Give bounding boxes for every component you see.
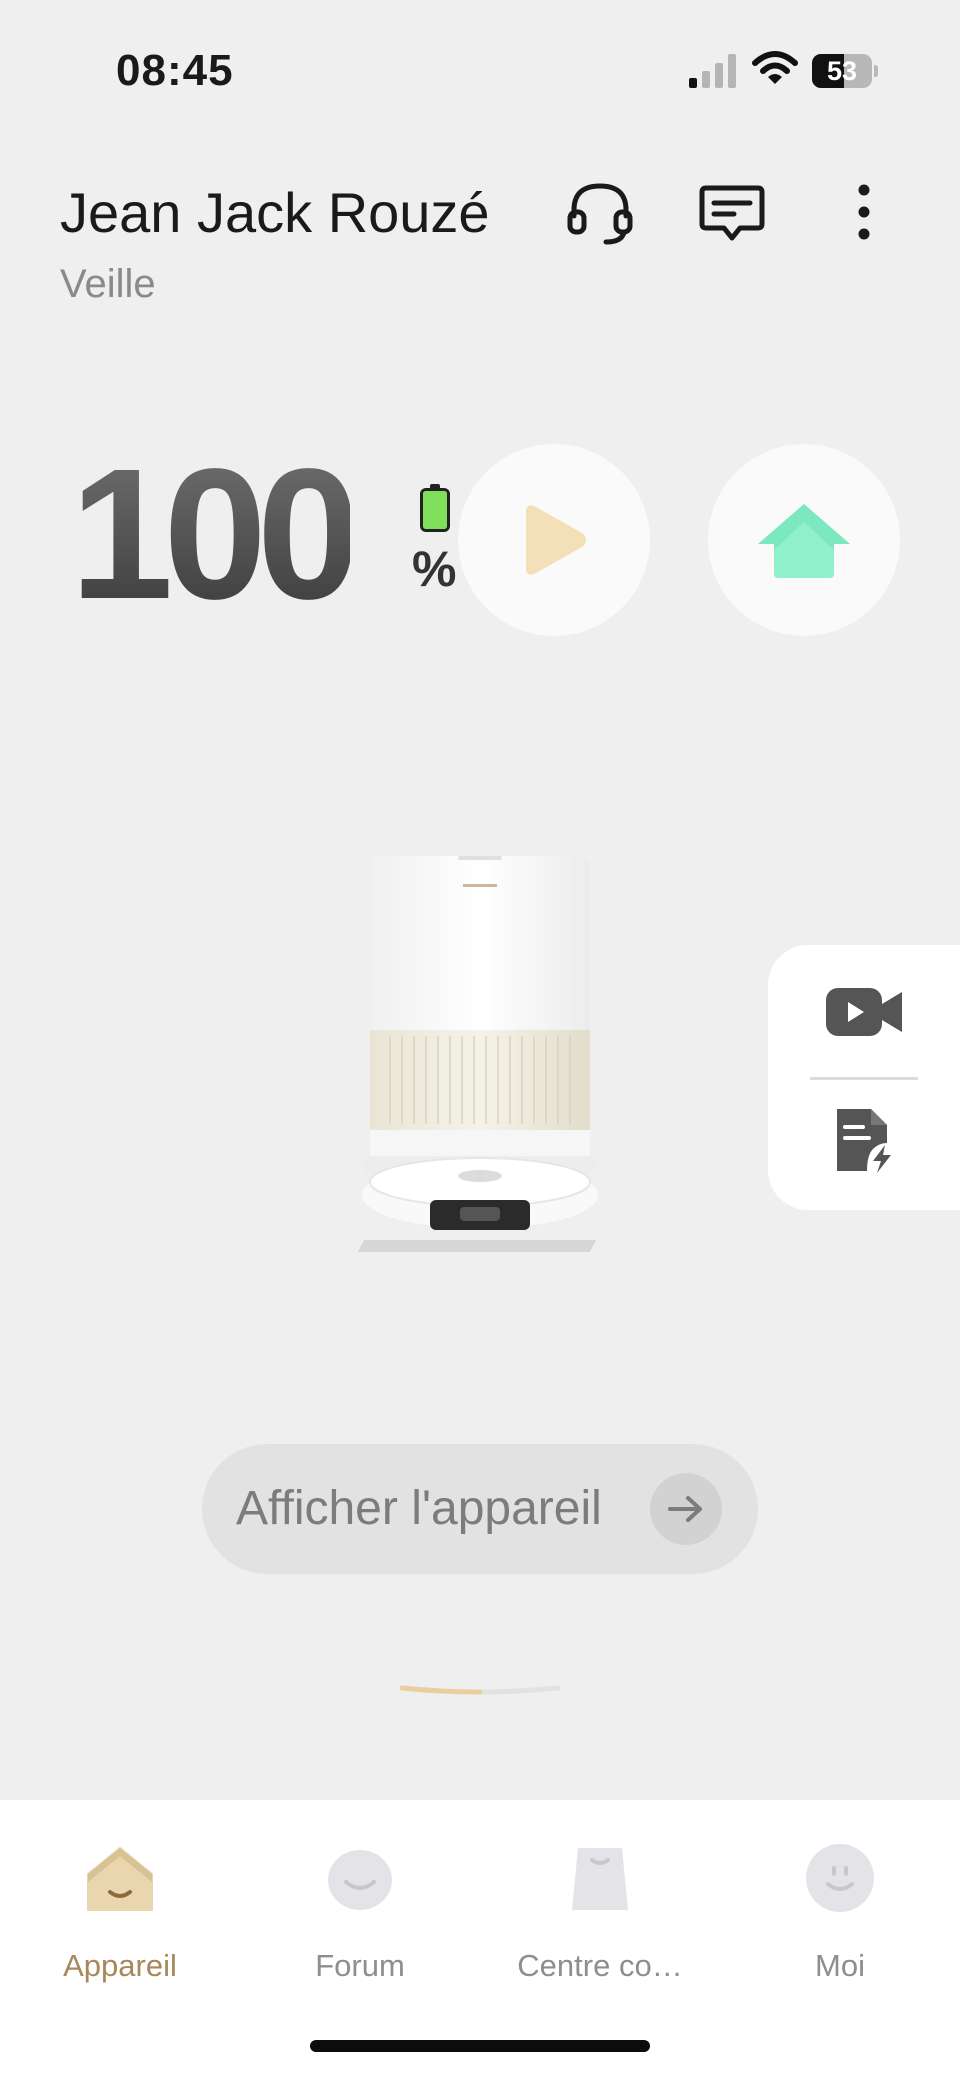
tab-forum[interactable]: Forum	[240, 1800, 480, 2010]
headset-support-icon[interactable]	[564, 176, 636, 248]
robot-vacuum-station-image[interactable]	[350, 850, 610, 1260]
home-indicator	[310, 2040, 650, 2052]
return-to-dock-button[interactable]	[708, 444, 900, 636]
more-vertical-icon[interactable]	[828, 176, 900, 248]
start-cleaning-button[interactable]	[458, 444, 650, 636]
tab-label: Centre co…	[517, 1948, 683, 1983]
forum-icon	[328, 1850, 392, 1910]
show-device-label: Afficher l'appareil	[236, 1482, 602, 1535]
tab-label: Forum	[315, 1948, 405, 1983]
device-name: Jean Jack Rouzé	[60, 181, 490, 244]
show-device-button[interactable]: Afficher l'appareil	[202, 1444, 758, 1574]
battery-unit: %	[412, 541, 457, 597]
home-dock-icon	[758, 504, 850, 578]
status-battery-level: 53	[826, 56, 858, 86]
device-home-icon	[87, 1847, 153, 1911]
tab-moi[interactable]: Moi	[720, 1800, 960, 2010]
wifi-icon	[752, 51, 798, 84]
tab-appareil[interactable]: Appareil	[0, 1800, 240, 2010]
battery-icon	[420, 484, 450, 532]
profile-face-icon	[806, 1844, 874, 1912]
shopping-bag-icon	[572, 1848, 628, 1910]
status-time: 08:45	[116, 46, 234, 95]
play-icon	[526, 505, 586, 575]
tab-label: Appareil	[63, 1948, 177, 1983]
tab-centre-commercial[interactable]: Centre co…	[480, 1800, 720, 2010]
device-status: Veille	[60, 262, 156, 306]
status-bar: 08:45 53	[0, 0, 960, 140]
arrow-right-icon	[650, 1473, 722, 1545]
battery-percentage: 100	[70, 431, 360, 638]
message-icon[interactable]	[696, 176, 768, 248]
quick-document-button[interactable]	[810, 1095, 918, 1185]
quick-document-icon	[837, 1109, 891, 1173]
video-camera-icon	[826, 988, 902, 1036]
video-camera-button[interactable]	[810, 967, 918, 1057]
tab-label: Moi	[815, 1948, 865, 1983]
side-quick-panel	[768, 945, 960, 1210]
bottom-tab-bar: Appareil Forum Centre co… Moi	[0, 1800, 960, 2079]
page-indicator	[399, 1685, 561, 1695]
status-battery-icon: 53	[812, 54, 878, 88]
cellular-signal-icon	[689, 54, 736, 88]
